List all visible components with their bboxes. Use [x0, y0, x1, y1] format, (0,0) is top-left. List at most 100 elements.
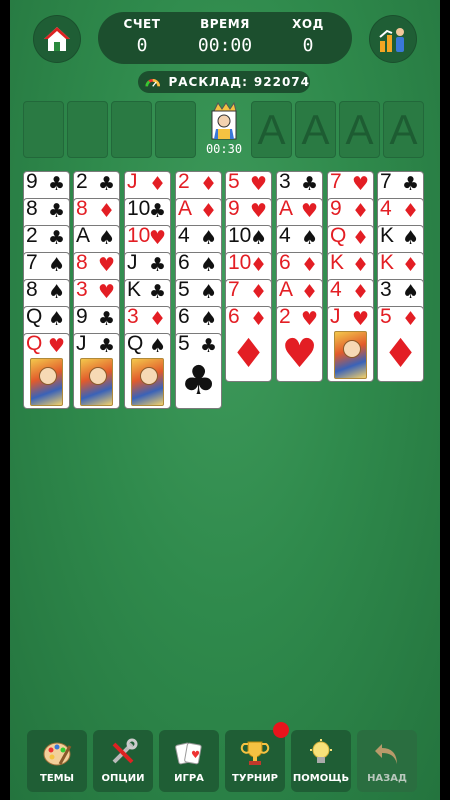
playing-card[interactable]: J ♣: [73, 333, 120, 409]
card-suit: ♠: [200, 254, 218, 276]
speedometer-icon: [145, 78, 161, 87]
card-suit: ♦: [301, 254, 319, 276]
card-suit: ♥: [352, 308, 370, 330]
card-rank: K: [380, 225, 395, 247]
card-suit: ♥: [301, 308, 319, 330]
card-suit: ♥: [98, 281, 116, 303]
deal-number-pill: РАСКЛАД: 922074: [138, 71, 310, 93]
stats-button[interactable]: [369, 15, 417, 63]
game-table: СЧЕТ 0 ВРЕМЯ 00:00 ХОД 0 РАСКЛАД: 922074…: [10, 0, 440, 800]
card-suit: ♦: [200, 200, 218, 222]
card-suit: ♣: [48, 200, 66, 222]
notification-badge: [273, 722, 289, 738]
card-rank: 3: [279, 171, 291, 193]
back-button[interactable]: НАЗАД: [357, 730, 417, 792]
card-rank: 10: [228, 252, 252, 274]
foundation-label: A: [301, 105, 330, 153]
card-rank: 8: [76, 198, 88, 220]
free-cell[interactable]: [67, 101, 108, 158]
undo-arrow-icon: [375, 744, 397, 764]
card-rank: A: [279, 198, 294, 220]
card-suit: ♥: [149, 227, 167, 249]
svg-text:♥: ♥: [191, 750, 200, 761]
card-suit: ♠: [402, 227, 420, 249]
card-suit: ♣: [149, 254, 167, 276]
playing-card[interactable]: J ♥: [327, 306, 374, 382]
card-suit: ♣: [48, 173, 66, 195]
card-rank: K: [127, 279, 142, 301]
moves-label: ХОД: [292, 17, 324, 31]
cards-icon: ♥: [175, 742, 202, 765]
card-suit: ♥: [250, 173, 268, 195]
game-label: ИГРА: [174, 773, 204, 784]
card-rank: 7: [380, 171, 392, 193]
score-label: СЧЕТ: [123, 17, 161, 31]
free-cell[interactable]: [155, 101, 196, 158]
card-suit: ♠: [200, 281, 218, 303]
stats-icon: [379, 28, 404, 52]
hint-timer: 00:30: [205, 142, 243, 156]
playing-card[interactable]: 5 ♦ ♦: [377, 306, 424, 382]
card-center-suit: ♣: [180, 358, 217, 404]
tournament-label: ТУРНИР: [232, 773, 278, 784]
card-center-suit: ♥: [281, 331, 318, 377]
themes-button[interactable]: ТЕМЫ: [27, 730, 87, 792]
foundation-label: A: [389, 105, 418, 153]
card-rank: A: [76, 225, 91, 247]
card-suit: ♣: [149, 200, 167, 222]
card-suit: ♠: [48, 281, 66, 303]
time-value: 00:00: [197, 35, 253, 56]
options-button[interactable]: ОПЦИИ: [93, 730, 153, 792]
card-rank: 7: [228, 279, 240, 301]
help-button[interactable]: ПОМОЩЬ: [291, 730, 351, 792]
card-suit: ♣: [98, 173, 116, 195]
card-suit: ♦: [352, 281, 370, 303]
card-rank: 2: [178, 171, 190, 193]
deal-label: РАСКЛАД:: [168, 75, 248, 89]
card-suit: ♠: [48, 254, 66, 276]
card-suit: ♦: [200, 173, 218, 195]
playing-card[interactable]: 5 ♣ ♣: [175, 333, 222, 409]
playing-card[interactable]: 6 ♦ ♦: [225, 306, 272, 382]
court-head-icon: [342, 340, 361, 358]
card-rank: 10: [127, 198, 151, 220]
card-rank: 10: [228, 225, 252, 247]
card-suit: ♣: [98, 308, 116, 330]
free-cell[interactable]: [111, 101, 152, 158]
card-rank: 9: [76, 306, 88, 328]
court-figure-icon: [131, 358, 164, 406]
playing-card[interactable]: Q ♥: [23, 333, 70, 409]
court-figure-icon: [30, 358, 63, 406]
free-cell[interactable]: [23, 101, 64, 158]
court-head-icon: [38, 367, 57, 385]
card-rank: 3: [76, 279, 88, 301]
home-button[interactable]: [33, 15, 81, 63]
card-suit: ♦: [352, 227, 370, 249]
foundation-slot[interactable]: A: [339, 101, 380, 158]
trophy-icon: [240, 741, 270, 765]
game-button[interactable]: ♥ ИГРА: [159, 730, 219, 792]
card-suit: ♣: [301, 173, 319, 195]
card-rank: 6: [279, 252, 291, 274]
foundation-slot[interactable]: A: [295, 101, 336, 158]
card-rank: 4: [380, 198, 392, 220]
playing-card[interactable]: Q ♠: [124, 333, 171, 409]
card-rank: Q: [26, 306, 43, 328]
card-suit: ♦: [98, 200, 116, 222]
court-head-icon: [139, 367, 158, 385]
foundation-slot[interactable]: A: [251, 101, 292, 158]
court-head-icon: [88, 367, 107, 385]
card-suit: ♠: [98, 227, 116, 249]
tournament-button[interactable]: ТУРНИР: [225, 722, 289, 792]
card-suit: ♦: [402, 200, 420, 222]
card-rank: J: [127, 171, 138, 193]
playing-card[interactable]: 2 ♥ ♥: [276, 306, 323, 382]
card-rank: 7: [330, 171, 342, 193]
card-suit: ♠: [200, 227, 218, 249]
card-suit: ♦: [402, 308, 420, 330]
foundation-slot[interactable]: A: [383, 101, 424, 158]
palette-icon: [43, 742, 72, 766]
card-suit: ♠: [402, 281, 420, 303]
card-rank: 4: [279, 225, 291, 247]
card-rank: A: [178, 198, 193, 220]
